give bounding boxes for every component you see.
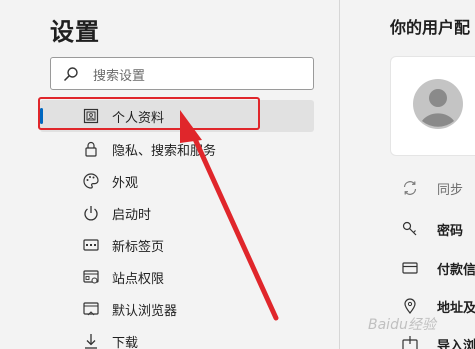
watermark: Baidu经验 [368,317,436,333]
annotation-arrow [180,110,279,321]
